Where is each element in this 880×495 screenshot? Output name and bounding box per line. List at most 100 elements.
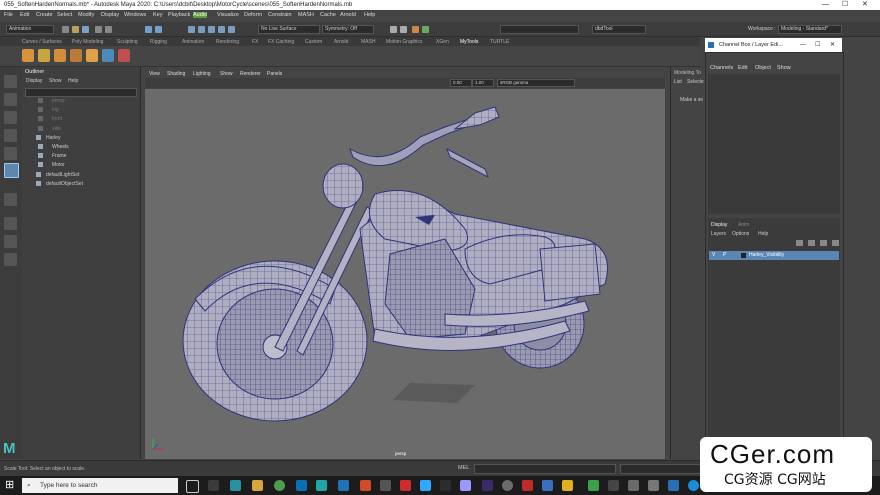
mel-label[interactable]: MEL [458, 465, 469, 471]
camera-field[interactable]: dbdTool [592, 25, 646, 34]
windows-start-icon[interactable]: ⊞ [5, 479, 17, 491]
taskbar-app-icon[interactable] [608, 480, 619, 491]
taskbar-app-icon[interactable] [668, 480, 679, 491]
chrome-icon[interactable] [274, 480, 285, 491]
menu-create[interactable]: Create [36, 12, 53, 18]
motorcycle-model[interactable] [145, 89, 665, 459]
outliner-item[interactable]: top [22, 106, 136, 114]
shelf-tab-rendering[interactable]: Rendering [216, 39, 239, 45]
outliner-item[interactable]: Motor [22, 161, 136, 169]
cb-close-button[interactable]: ✕ [830, 38, 835, 52]
arnold-render-icon[interactable] [422, 26, 429, 33]
shelf-tab-arnold[interactable]: Arnold [334, 39, 348, 45]
menu-help[interactable]: Help [364, 12, 375, 18]
shelf-tool-icon[interactable] [86, 49, 98, 62]
menu-windows[interactable]: Windows [124, 12, 146, 18]
layout-four-icon[interactable] [4, 217, 17, 230]
scale-tool-icon[interactable] [4, 163, 19, 178]
layer-menu-options[interactable]: Options [732, 231, 749, 237]
task-view-icon[interactable] [186, 480, 199, 493]
shelf-tool-icon[interactable] [54, 49, 66, 62]
outliner-item[interactable]: Wheels [22, 143, 136, 151]
menuset-dropdown[interactable]: Animation [6, 25, 54, 34]
viewport-persp[interactable]: persp [145, 89, 665, 459]
maya-taskbar-icon[interactable] [316, 480, 327, 491]
layer-name[interactable]: Harley_Visibility [749, 252, 784, 258]
viewport-menu-show[interactable]: Show [220, 71, 233, 77]
shelf-tab-poly-modeling[interactable]: Poly Modeling [72, 39, 103, 45]
shelf-tab-animation[interactable]: Animation [182, 39, 204, 45]
photoshop-icon[interactable] [420, 480, 431, 491]
close-button[interactable]: ✕ [862, 0, 868, 10]
channel-box-attributes[interactable] [708, 74, 840, 214]
new-scene-icon[interactable] [62, 26, 69, 33]
taskbar-app-icon[interactable] [400, 480, 411, 491]
select-tool-icon[interactable] [4, 75, 17, 88]
layer-move-up-icon[interactable] [820, 240, 827, 246]
select-hierarchy-icon[interactable] [145, 26, 152, 33]
layer-tab-display[interactable]: Display [711, 222, 727, 228]
open-scene-icon[interactable] [72, 26, 79, 33]
move-tool-icon[interactable] [4, 129, 17, 142]
snap-curve-icon[interactable] [198, 26, 205, 33]
outliner-search-input[interactable] [25, 88, 137, 97]
ipr-render-icon[interactable] [400, 26, 407, 33]
outliner-item[interactable]: persp [22, 97, 136, 105]
shelf-tab-curves-surfaces[interactable]: Curves / Surfaces [22, 39, 62, 45]
outliner-item[interactable]: defaultObjectSet [22, 180, 136, 188]
shelf-tool-icon[interactable] [70, 49, 82, 62]
layout-single-icon[interactable] [4, 193, 17, 206]
layer-color-swatch[interactable] [741, 253, 746, 258]
outliner-item[interactable]: Frame [22, 152, 136, 160]
maximize-button[interactable]: ☐ [842, 0, 848, 10]
menu-select[interactable]: Select [57, 12, 72, 18]
workspace-dropdown[interactable]: Modeling - Standard* [778, 25, 842, 34]
gamma-field[interactable]: 1.00 [472, 79, 494, 87]
snap-point-icon[interactable] [208, 26, 215, 33]
after-effects-icon[interactable] [460, 480, 471, 491]
taskbar-app-icon[interactable] [208, 480, 219, 491]
taskbar-app-icon[interactable] [360, 480, 371, 491]
premiere-icon[interactable] [482, 480, 493, 491]
cb-menu-show[interactable]: Show [777, 65, 791, 71]
menu-mash[interactable]: MASH [298, 12, 314, 18]
viewport-menu-lighting[interactable]: Lighting [193, 71, 211, 77]
snap-grid-icon[interactable] [188, 26, 195, 33]
shelf-tool-icon[interactable] [118, 49, 130, 62]
exposure-field[interactable]: 0.00 [450, 79, 472, 87]
taskbar-app-icon[interactable] [522, 480, 533, 491]
menu-playback[interactable]: Playback [168, 12, 190, 18]
symmetry-dropdown[interactable]: Symmetry: Off [322, 25, 374, 34]
taskbar-app-icon[interactable] [502, 480, 513, 491]
select-object-icon[interactable] [155, 26, 162, 33]
menu-constrain[interactable]: Constrain [268, 12, 292, 18]
outliner-item[interactable]: side [22, 125, 136, 133]
shelf-tool-icon[interactable] [102, 49, 114, 62]
taskbar-app-icon[interactable] [440, 480, 451, 491]
cb-maximize-button[interactable]: ☐ [815, 38, 820, 52]
shelf-tab-mytools[interactable]: MyTools [460, 39, 478, 45]
mel-input[interactable] [474, 464, 616, 474]
outliner-item[interactable]: defaultLightSet [22, 171, 136, 179]
outliner-menu-help[interactable]: Help [68, 78, 78, 84]
taskbar-app-icon[interactable] [648, 480, 659, 491]
shelf-tab-mash[interactable]: MASH [361, 39, 375, 45]
shelf-tab-rigging[interactable]: Rigging [150, 39, 167, 45]
menu-deform[interactable]: Deform [244, 12, 262, 18]
outliner-item[interactable]: Harley [22, 134, 136, 142]
layer-move-down-icon[interactable] [832, 240, 839, 246]
render-icon[interactable] [390, 26, 397, 33]
layout-two-icon[interactable] [4, 235, 17, 248]
viewport-menu-view[interactable]: View [149, 71, 160, 77]
taskbar-app-icon[interactable] [230, 480, 241, 491]
new-layer-selected-icon[interactable] [808, 240, 815, 246]
shelf-tab-sculpting[interactable]: Sculpting [117, 39, 138, 45]
shelf-tool-icon[interactable] [22, 49, 34, 62]
save-scene-icon[interactable] [82, 26, 89, 33]
skype-icon[interactable] [688, 480, 699, 491]
shelf-tab-custom[interactable]: Custom [305, 39, 322, 45]
hypershade-icon[interactable] [412, 26, 419, 33]
menu-visualize[interactable]: Visualize [217, 12, 239, 18]
outliner-layout-icon[interactable] [4, 253, 17, 266]
taskbar-app-icon[interactable] [380, 480, 391, 491]
